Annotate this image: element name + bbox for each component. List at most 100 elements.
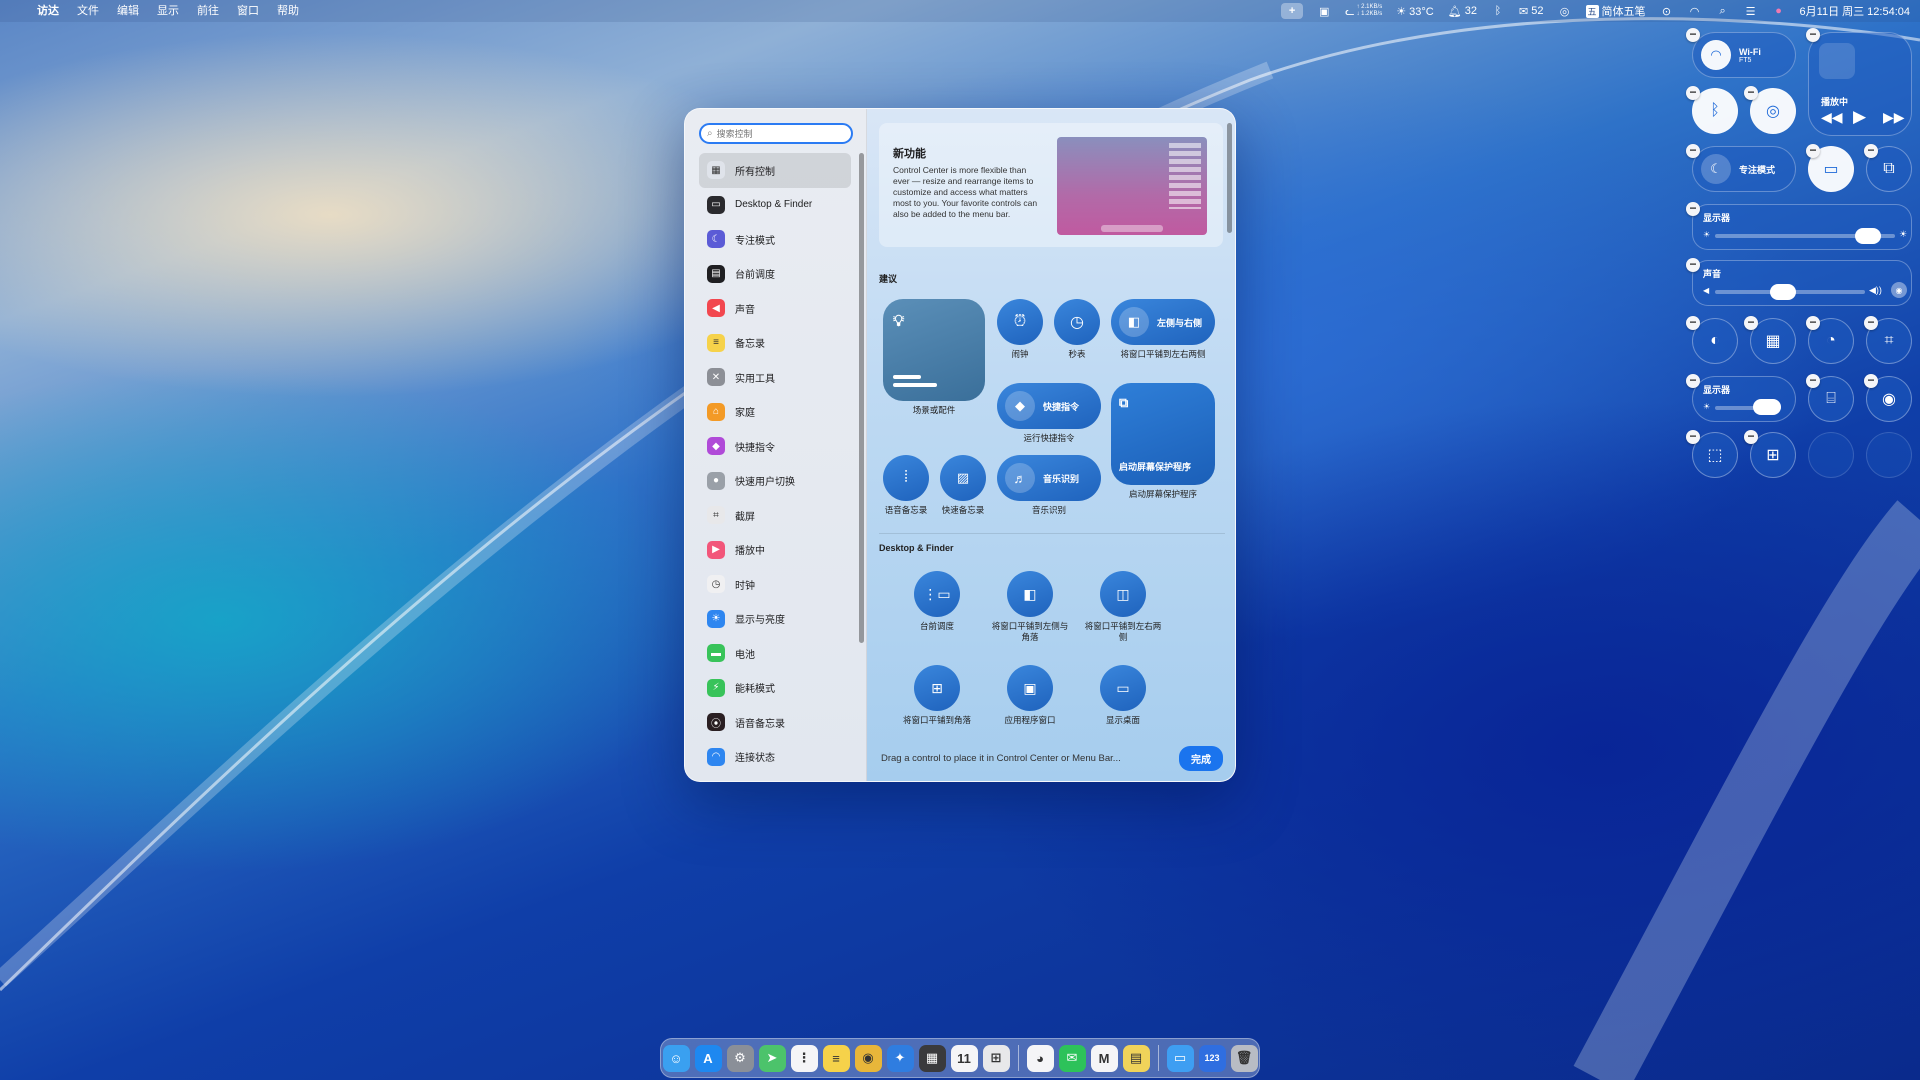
sidebar-item[interactable]: ◀ 声音 [699, 291, 851, 326]
control-center-icon[interactable]: ☰ [1744, 3, 1758, 19]
sidebar-item[interactable]: ▤ 台前调度 [699, 257, 851, 292]
play-icon[interactable]: ▶ [1853, 107, 1866, 127]
done-button[interactable]: 完成 [1179, 745, 1223, 771]
remove-control-icon[interactable]: − [1744, 430, 1758, 444]
remove-control-icon[interactable]: − [1864, 144, 1878, 158]
airplay-audio-icon[interactable]: ◉ [1891, 282, 1907, 298]
sidebar-item[interactable]: ⌂ 家庭 [699, 395, 851, 430]
menu-edit[interactable]: 编辑 [108, 0, 148, 22]
remove-control-icon[interactable]: − [1744, 86, 1758, 100]
menu-go[interactable]: 前往 [188, 0, 228, 22]
remove-control-icon[interactable]: − [1686, 258, 1700, 272]
music-recognition-control[interactable]: ♬ 音乐识别 [997, 455, 1101, 501]
qq-icon[interactable]: ◕ [1026, 1044, 1054, 1072]
calculator-icon[interactable]: ▦ [918, 1044, 946, 1072]
safari-icon[interactable]: ✦ [886, 1044, 914, 1072]
sidebar-item[interactable]: ◷ 时钟 [699, 567, 851, 602]
wifi-icon[interactable]: ◠ [1688, 3, 1702, 19]
quick-note-control[interactable]: ▨ [940, 455, 986, 501]
spotlight-search-icon[interactable]: ⌕ [1716, 3, 1730, 19]
forward-icon[interactable]: ▶▶ [1883, 109, 1905, 126]
finder-icon[interactable]: ☺ [662, 1044, 690, 1072]
siri-icon[interactable]: ● [1772, 3, 1786, 19]
calendar-icon[interactable]: 11 [950, 1044, 978, 1072]
menu-file[interactable]: 文件 [68, 0, 108, 22]
tile-left-right-control[interactable]: ◧ 左侧与右侧 [1111, 299, 1215, 345]
remove-control-icon[interactable]: − [1806, 316, 1820, 330]
sidebar-item[interactable]: ▶ 播放中 [699, 533, 851, 568]
menu-view[interactable]: 显示 [148, 0, 188, 22]
launchpad-icon[interactable]: ⊞ [982, 1044, 1010, 1072]
desktop-finder-control[interactable]: ⋮▭ [914, 571, 960, 617]
app-store-icon[interactable]: A [694, 1044, 722, 1072]
menu-help[interactable]: 帮助 [268, 0, 308, 22]
menubar-app-icon[interactable]: ▣ [1317, 3, 1331, 19]
screen-saver-tile[interactable]: ⧉ 启动屏幕保护程序 [1111, 383, 1215, 485]
sidebar-item[interactable]: ▬ 电池 [699, 636, 851, 671]
sidebar-scrollbar[interactable] [859, 153, 864, 643]
focus-module[interactable]: ☾ 专注模式 [1692, 146, 1796, 192]
desktop-finder-control[interactable]: ▣ [1007, 665, 1053, 711]
downloads-folder-icon[interactable]: ▭ [1166, 1044, 1194, 1072]
search-input[interactable] [716, 128, 837, 139]
sidebar-item[interactable]: ⦿ 语音备忘录 [699, 705, 851, 740]
wechat-icon[interactable]: ✉ [1058, 1044, 1086, 1072]
search-field[interactable]: ⌕ [699, 123, 853, 144]
sound-slider-knob[interactable] [1769, 284, 1796, 300]
input-method[interactable]: 五简体五笔 [1585, 3, 1646, 19]
empty-slot[interactable] [1808, 432, 1854, 478]
stopwatch-control[interactable]: ◷ [1054, 299, 1100, 345]
bluetooth-icon[interactable]: ᛒ [1491, 3, 1505, 19]
desktop-finder-control[interactable]: ◧ [1007, 571, 1053, 617]
weather-status[interactable]: ☀ 33°C [1396, 3, 1434, 19]
remove-control-icon[interactable]: − [1686, 430, 1700, 444]
remove-control-icon[interactable]: − [1686, 28, 1700, 42]
apple-menu-icon[interactable] [10, 0, 28, 22]
remove-control-icon[interactable]: − [1806, 28, 1820, 42]
desktop-finder-control[interactable]: ▭ [1100, 665, 1146, 711]
add-control-icon[interactable]: + [1281, 3, 1304, 19]
remove-control-icon[interactable]: − [1864, 316, 1878, 330]
notes-icon[interactable]: ≡ [822, 1044, 850, 1072]
sidebar-item[interactable]: ◆ 快捷指令 [699, 429, 851, 464]
sidebar-item[interactable]: ▭ Desktop & Finder [699, 188, 851, 223]
remove-control-icon[interactable]: − [1864, 374, 1878, 388]
remove-control-icon[interactable]: − [1686, 86, 1700, 100]
notification-status[interactable]: 🔔︎ 32 [1448, 3, 1477, 19]
wifi-module[interactable]: ◠ Wi-Fi FT5 [1692, 32, 1796, 78]
sidebar-item[interactable]: ✕ 实用工具 [699, 360, 851, 395]
shortcut-control[interactable]: ◆ 快捷指令 [997, 383, 1101, 429]
remove-control-icon[interactable]: − [1686, 374, 1700, 388]
network-speed[interactable]: ᓚ ↑ 2.1KB/s ↓ 1.2KB/s [1345, 3, 1382, 19]
remove-control-icon[interactable]: − [1686, 316, 1700, 330]
sidebar-item[interactable]: ◠ 连接状态 [699, 740, 851, 775]
sidebar-item[interactable]: ≡ 备忘录 [699, 326, 851, 361]
scene-accessory-tile[interactable]: 💡︎ [883, 299, 985, 401]
wechat-status[interactable]: ✉ 52 [1519, 3, 1544, 19]
stickies-icon[interactable]: ▤ [1122, 1044, 1150, 1072]
content-scrollbar[interactable] [1227, 123, 1232, 233]
empty-slot[interactable] [1866, 432, 1912, 478]
sidebar-item[interactable]: ⌗ 截屏 [699, 498, 851, 533]
now-playing-module[interactable]: 播放中 ◀◀ ▶ ▶▶ [1808, 32, 1912, 136]
maps-icon[interactable]: ➤ [758, 1044, 786, 1072]
alarm-control[interactable]: ⏰︎ [997, 299, 1043, 345]
sidebar-item[interactable]: ☀ 显示与亮度 [699, 602, 851, 637]
display-slider-knob[interactable] [1855, 228, 1881, 244]
user-icon[interactable]: ⊙ [1660, 3, 1674, 19]
sidebar-item[interactable]: ● 快速用户切换 [699, 464, 851, 499]
menu-finder[interactable]: 访达 [28, 0, 68, 22]
numbers-icon[interactable]: 123 [1198, 1044, 1226, 1072]
datetime[interactable]: 6月11日 周三 12:54:04 [1800, 3, 1910, 19]
gmail-icon[interactable]: M [1090, 1044, 1118, 1072]
desktop-finder-control[interactable]: ⊞ [914, 665, 960, 711]
sidebar-item[interactable]: ▦ 所有控制 [699, 153, 851, 188]
display-compact-knob[interactable] [1753, 399, 1781, 415]
trash-icon[interactable]: 🗑 [1230, 1044, 1258, 1072]
sidebar-item[interactable]: ⚡ 能耗模式 [699, 671, 851, 706]
menu-window[interactable]: 窗口 [228, 0, 268, 22]
sidebar-item[interactable]: ☾ 专注模式 [699, 222, 851, 257]
rewind-icon[interactable]: ◀◀ [1821, 109, 1843, 126]
remove-control-icon[interactable]: − [1806, 144, 1820, 158]
remove-control-icon[interactable]: − [1806, 374, 1820, 388]
